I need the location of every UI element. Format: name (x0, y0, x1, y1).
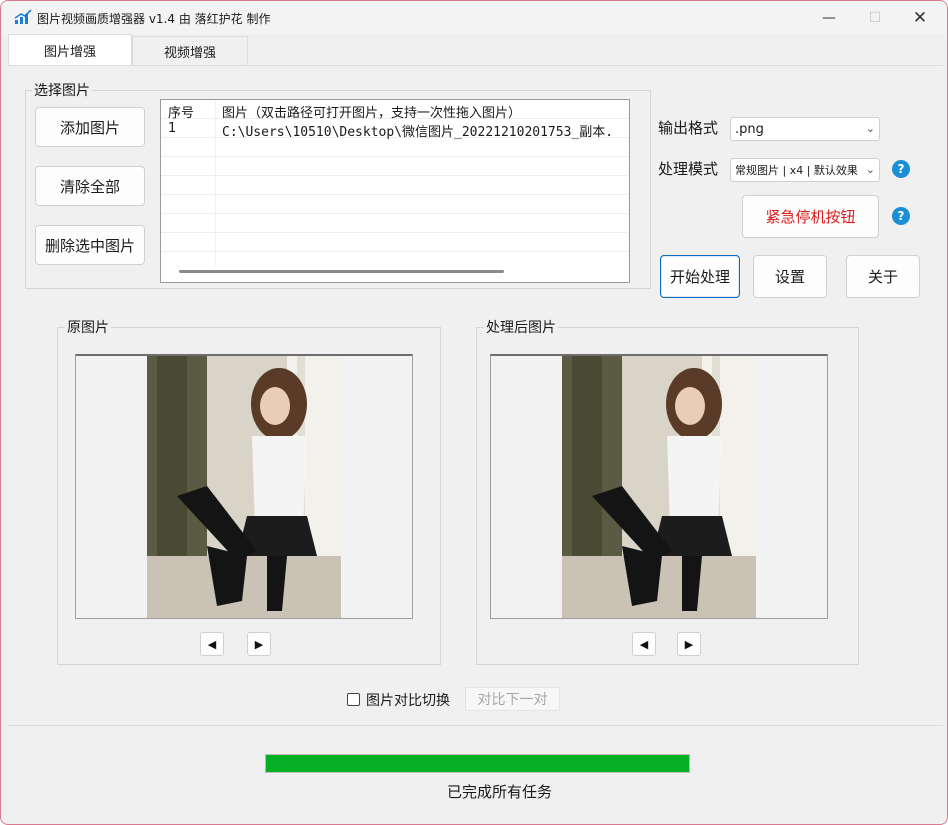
list-empty-row (161, 176, 629, 195)
processed-image-title: 处理后图片 (484, 317, 558, 337)
original-image-frame (75, 354, 413, 619)
status-divider (8, 725, 943, 726)
horizontal-scrollbar[interactable] (179, 270, 504, 273)
process-mode-label: 处理模式 (658, 160, 719, 178)
close-button[interactable]: ✕ (897, 1, 943, 34)
maximize-button[interactable]: ☐ (852, 1, 898, 34)
original-next-button[interactable]: ▶ (247, 632, 271, 656)
chevron-down-icon: ⌄ (865, 122, 875, 135)
process-mode-value: 常规图片 | x4 | 默认效果 (735, 164, 858, 177)
help-mode-icon[interactable]: ? (892, 160, 910, 178)
progress-bar-fill (266, 755, 689, 772)
output-format-select[interactable]: .png ⌄ (730, 117, 880, 141)
process-mode-select[interactable]: 常规图片 | x4 | 默认效果 ⌄ (730, 158, 880, 182)
processed-next-button[interactable]: ▶ (677, 632, 701, 656)
processed-image (562, 356, 756, 618)
progress-bar (265, 754, 690, 773)
list-empty-row (161, 252, 629, 271)
app-logo-icon (14, 9, 32, 24)
original-prev-button[interactable]: ◀ (200, 632, 224, 656)
app-window: 图片视频画质增强器 v1.4 由 落红护花 制作 — ☐ ✕ 图片增强 视频增强… (0, 0, 948, 825)
compare-toggle-label[interactable]: 图片对比切换 (366, 690, 450, 710)
list-item[interactable]: 1 C:\Users\10510\Desktop\微信图片_2022121020… (161, 119, 629, 140)
start-processing-button[interactable]: 开始处理 (660, 255, 740, 298)
chevron-down-icon: ⌄ (865, 163, 875, 176)
help-stop-icon[interactable]: ? (892, 207, 910, 225)
window-title: 图片视频画质增强器 v1.4 由 落红护花 制作 (37, 12, 271, 26)
status-text: 已完成所有任务 (447, 783, 553, 801)
list-empty-row (161, 157, 629, 176)
about-button[interactable]: 关于 (846, 255, 920, 298)
minimize-button[interactable]: — (806, 1, 852, 34)
title-bar: 图片视频画质增强器 v1.4 由 落红护花 制作 — ☐ ✕ (1, 1, 947, 34)
clear-all-button[interactable]: 清除全部 (35, 166, 145, 206)
tab-image-enhance[interactable]: 图片增强 (8, 34, 132, 66)
output-format-value: .png (735, 121, 764, 137)
add-image-button[interactable]: 添加图片 (35, 107, 145, 147)
settings-button[interactable]: 设置 (753, 255, 827, 298)
image-list[interactable]: 序号 图片（双击路径可打开图片，支持一次性拖入图片） 1 C:\Users\10… (160, 99, 630, 283)
tab-content: 选择图片 添加图片 清除全部 删除选中图片 序号 图片（双击路径可打开图片，支持… (8, 65, 943, 725)
tab-video-enhance[interactable]: 视频增强 (132, 36, 248, 66)
original-image (147, 356, 341, 618)
tab-bar: 图片增强 视频增强 (8, 34, 943, 66)
delete-selected-button[interactable]: 删除选中图片 (35, 225, 145, 265)
list-item-index: 1 (168, 121, 177, 136)
list-header: 序号 图片（双击路径可打开图片，支持一次性拖入图片） (161, 100, 629, 121)
emergency-stop-button[interactable]: 紧急停机按钮 (742, 195, 879, 238)
processed-prev-button[interactable]: ◀ (632, 632, 656, 656)
list-empty-row (161, 195, 629, 214)
compare-next-pair-button[interactable]: 对比下一对 (465, 687, 560, 711)
original-image-title: 原图片 (65, 317, 111, 337)
compare-toggle-checkbox[interactable] (347, 693, 360, 706)
processed-image-frame (490, 354, 828, 619)
list-empty-row (161, 214, 629, 233)
list-empty-row (161, 233, 629, 252)
list-empty-row (161, 138, 629, 157)
select-image-group-title: 选择图片 (32, 80, 92, 100)
output-format-label: 输出格式 (658, 119, 719, 137)
